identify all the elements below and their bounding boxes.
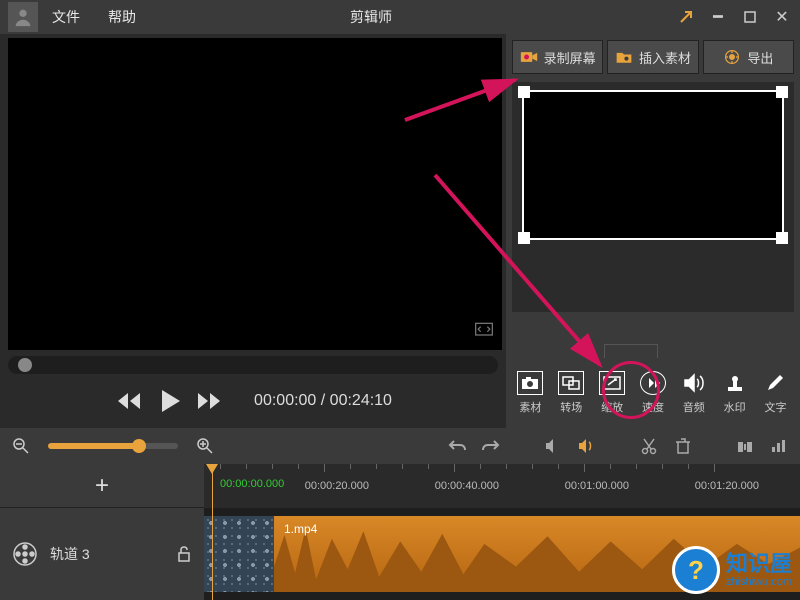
stamp-icon (722, 371, 748, 395)
track-label: 轨道 3 (50, 544, 90, 564)
levels-button[interactable] (766, 433, 792, 459)
watermark-badge: ? 知识屋 zhishiwu.com (672, 546, 792, 594)
maximize-button[interactable] (736, 3, 764, 31)
timecode: 00:00:00 / 00:24:10 (254, 392, 392, 410)
volume-button[interactable] (574, 433, 600, 459)
crop-handle-tr[interactable] (776, 86, 788, 98)
crop-canvas[interactable] (512, 82, 794, 312)
scrub-handle[interactable] (18, 358, 32, 372)
crop-selection[interactable] (522, 90, 784, 240)
record-screen-button[interactable]: 录制屏幕 (512, 40, 603, 74)
unlock-icon[interactable] (176, 545, 192, 563)
app-title: 剪辑师 (70, 7, 672, 27)
rewind-button[interactable] (114, 390, 142, 412)
scrub-bar[interactable] (8, 356, 498, 374)
restore-window-icon[interactable] (672, 3, 700, 31)
video-preview[interactable] (8, 38, 502, 350)
zoom-out-button[interactable] (8, 433, 34, 459)
speaker-icon (681, 371, 707, 395)
tool-material[interactable]: 素材 (513, 371, 547, 415)
cut-button[interactable] (636, 433, 662, 459)
play-button[interactable] (154, 386, 184, 416)
crop-handle-bl[interactable] (518, 232, 530, 244)
watermark-title: 知识屋 (726, 552, 792, 576)
transition-icon (558, 371, 584, 395)
speed-icon (640, 371, 666, 395)
time-ruler[interactable]: 00:00:00.000 00:00:20.00000:00:40.00000:… (204, 464, 800, 508)
insert-material-button[interactable]: 插入素材 (607, 40, 698, 74)
film-reel-icon (12, 541, 38, 567)
clip-thumbnail (204, 516, 274, 592)
export-button[interactable]: 导出 (703, 40, 794, 74)
ruler-label: 00:00:20.000 (305, 480, 369, 492)
fullscreen-icon[interactable] (474, 321, 494, 342)
pencil-icon (762, 371, 788, 395)
zoom-in-button[interactable] (192, 433, 218, 459)
tool-speed[interactable]: 速度 (636, 371, 670, 415)
active-tab-indicator (604, 344, 658, 358)
clip-name: 1.mp4 (284, 522, 317, 536)
tool-zoom[interactable]: 缩放 (595, 371, 629, 415)
user-avatar[interactable] (8, 2, 38, 32)
tool-watermark[interactable]: 水印 (718, 371, 752, 415)
snap-button[interactable] (732, 433, 758, 459)
delete-button[interactable] (670, 433, 696, 459)
watermark-icon: ? (672, 546, 720, 594)
undo-button[interactable] (444, 433, 470, 459)
close-button[interactable]: ✕ (768, 3, 796, 31)
minimize-button[interactable]: ━ (704, 3, 732, 31)
tool-transition[interactable]: 转场 (554, 371, 588, 415)
track-header[interactable]: 轨道 3 (0, 508, 204, 600)
crop-handle-br[interactable] (776, 232, 788, 244)
crop-handle-tl[interactable] (518, 86, 530, 98)
ruler-label: 00:01:20.000 (695, 480, 759, 492)
playhead[interactable] (212, 464, 213, 600)
zoom-icon (599, 371, 625, 395)
ruler-label: 00:01:00.000 (565, 480, 629, 492)
forward-button[interactable] (196, 390, 224, 412)
camera-icon (517, 371, 543, 395)
tool-text[interactable]: 文字 (758, 371, 792, 415)
watermark-url: zhishiwu.com (726, 576, 792, 588)
tool-audio[interactable]: 音频 (677, 371, 711, 415)
zoom-slider[interactable] (48, 443, 178, 449)
ruler-label: 00:00:40.000 (435, 480, 499, 492)
redo-button[interactable] (478, 433, 504, 459)
add-track-button[interactable]: + (0, 464, 204, 508)
mute-button[interactable] (540, 433, 566, 459)
